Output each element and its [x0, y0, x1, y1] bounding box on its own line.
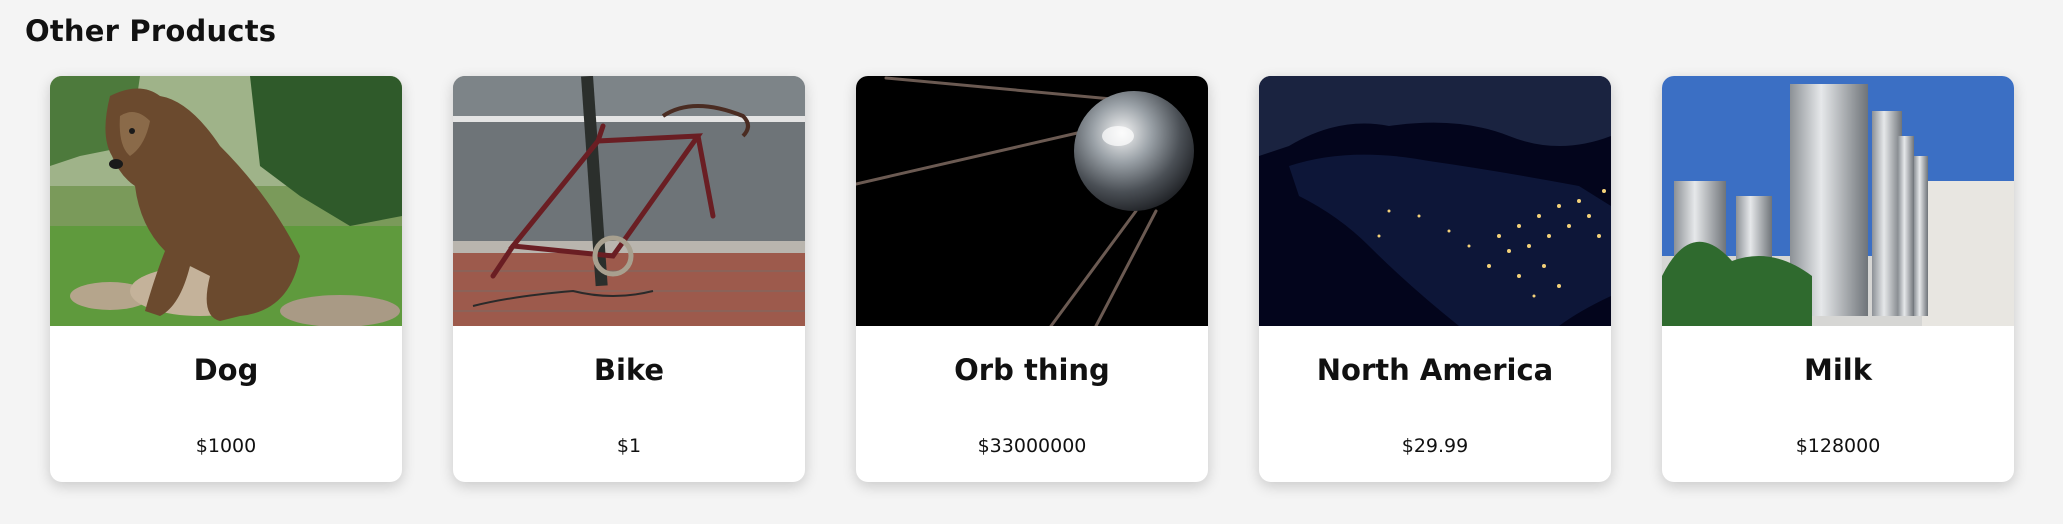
product-card[interactable]: North America $29.99 — [1259, 76, 1611, 482]
product-price: $1 — [616, 435, 642, 457]
product-card[interactable]: Orb thing $33000000 — [856, 76, 1208, 482]
product-price: $1000 — [195, 435, 257, 457]
product-name[interactable]: Orb thing — [856, 353, 1208, 387]
product-image[interactable] — [1259, 76, 1611, 326]
product-card[interactable]: Milk $128000 — [1662, 76, 2014, 482]
product-image[interactable] — [50, 76, 402, 326]
product-list: Dog $1000 Bike $1 Orb thing $33000000 No… — [50, 76, 2014, 482]
product-name[interactable]: North America — [1259, 353, 1611, 387]
product-image[interactable] — [856, 76, 1208, 326]
product-name[interactable]: Bike — [453, 353, 805, 387]
product-image[interactable] — [453, 76, 805, 326]
product-price: $33000000 — [977, 435, 1087, 457]
product-price: $128000 — [1795, 435, 1881, 457]
product-image[interactable] — [1662, 76, 2014, 326]
product-name[interactable]: Dog — [50, 353, 402, 387]
product-card[interactable]: Dog $1000 — [50, 76, 402, 482]
product-card[interactable]: Bike $1 — [453, 76, 805, 482]
product-name[interactable]: Milk — [1662, 353, 2014, 387]
section-title: Other Products — [25, 14, 277, 48]
product-price: $29.99 — [1401, 435, 1469, 457]
